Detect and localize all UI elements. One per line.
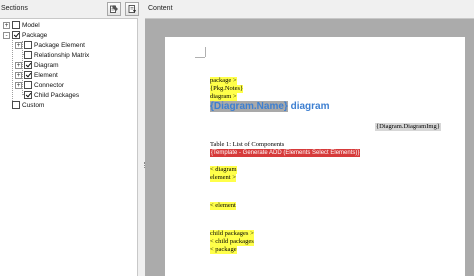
tree-item-model[interactable]: + Model xyxy=(3,20,40,30)
table-caption[interactable]: Table 1: List of Components xyxy=(210,141,284,149)
tree-item-label: Package Element xyxy=(34,41,85,49)
sections-tree: + Model - Package + Package Element Rela… xyxy=(0,18,138,276)
edit-section-button[interactable] xyxy=(107,2,121,16)
tree-item-relationship-matrix[interactable]: Relationship Matrix xyxy=(15,50,89,60)
expand-icon[interactable]: + xyxy=(15,71,22,79)
child-packages-start-tag[interactable]: child packages > xyxy=(210,230,254,238)
sections-title: Sections xyxy=(1,5,28,12)
tree-item-label: Model xyxy=(22,21,40,29)
custom-checkbox[interactable] xyxy=(12,101,20,109)
package-end-tag[interactable]: < package xyxy=(210,246,237,254)
tree-item-label: Package xyxy=(22,31,48,39)
content-title: Content xyxy=(148,5,173,12)
element-checkbox[interactable] xyxy=(24,71,32,79)
panel-splitter[interactable] xyxy=(138,18,143,276)
tree-item-diagram[interactable]: + Diagram xyxy=(15,60,59,70)
tree-item-label: Custom xyxy=(22,101,45,109)
tree-item-package-element[interactable]: + Package Element xyxy=(15,40,85,50)
diagram-image-field[interactable]: {Diagram.DiagramImg} xyxy=(375,123,441,131)
package-start-tag[interactable]: package > xyxy=(210,77,237,85)
package-element-checkbox[interactable] xyxy=(24,41,32,49)
expand-icon[interactable]: + xyxy=(3,21,10,29)
diagram-heading-suffix: diagram xyxy=(287,101,330,112)
tree-item-label: Diagram xyxy=(34,61,59,69)
expand-icon[interactable]: + xyxy=(15,41,22,49)
section-options-button[interactable] xyxy=(125,2,139,16)
expand-icon[interactable]: + xyxy=(15,61,22,69)
collapse-icon[interactable]: - xyxy=(3,31,10,39)
template-generate-field[interactable]: {Template - Generate ADD (Elements Selec… xyxy=(210,149,361,157)
margin-mark xyxy=(205,47,206,57)
tree-item-custom[interactable]: Custom xyxy=(3,100,44,110)
tree-item-connector[interactable]: + Connector xyxy=(15,80,64,90)
sections-header: Sections xyxy=(0,0,143,18)
child-packages-end-tag[interactable]: < child packages xyxy=(210,238,254,246)
connector-checkbox[interactable] xyxy=(24,81,32,89)
diagram-start-tag[interactable]: diagram > xyxy=(210,93,237,101)
margin-mark xyxy=(195,57,205,58)
element-end-tag[interactable]: < element xyxy=(210,202,236,210)
tree-item-child-packages[interactable]: Child Packages xyxy=(15,90,79,100)
tree-item-element[interactable]: + Element xyxy=(15,70,58,80)
package-checkbox[interactable] xyxy=(12,31,20,39)
element-start-tag[interactable]: element > xyxy=(210,174,236,182)
diagram-end-tag[interactable]: < diagram xyxy=(210,166,237,174)
tree-item-package[interactable]: - Package xyxy=(3,30,47,40)
child-packages-checkbox[interactable] xyxy=(24,91,32,99)
page-options-icon xyxy=(127,4,137,14)
tree-line xyxy=(12,31,13,103)
pkg-notes-field[interactable]: {Pkg.Notes} xyxy=(210,85,244,93)
diagram-heading[interactable]: {Diagram.Name} diagram xyxy=(210,101,330,112)
edit-icon xyxy=(109,4,119,14)
document-page[interactable]: package > {Pkg.Notes} diagram > {Diagram… xyxy=(165,37,465,276)
content-editor[interactable]: package > {Pkg.Notes} diagram > {Diagram… xyxy=(145,18,474,276)
tree-item-label: Relationship Matrix xyxy=(34,51,90,59)
model-checkbox[interactable] xyxy=(12,21,20,29)
tree-item-label: Child Packages xyxy=(34,91,80,99)
tree-item-label: Element xyxy=(34,71,58,79)
relationship-matrix-checkbox[interactable] xyxy=(24,51,32,59)
diagram-checkbox[interactable] xyxy=(24,61,32,69)
tree-item-label: Connector xyxy=(34,81,64,89)
expand-icon[interactable]: + xyxy=(15,81,22,89)
diagram-name-field[interactable]: {Diagram.Name} xyxy=(210,101,288,112)
